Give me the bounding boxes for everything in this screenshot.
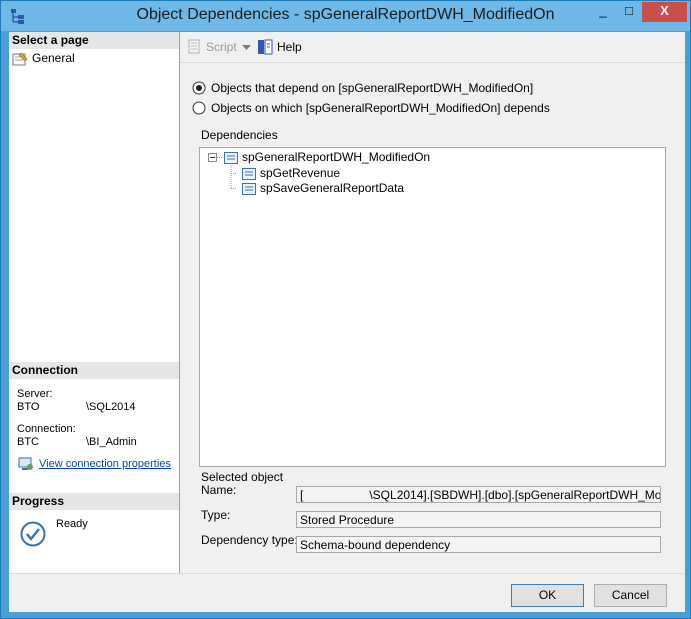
name-label: Name: (201, 483, 237, 497)
type-field[interactable]: Stored Procedure (296, 511, 661, 528)
selected-object-label: Selected object (201, 470, 284, 484)
name-field[interactable]: [ \SQL2014].[SBDWH].[dbo].[spGeneralRepor… (296, 486, 661, 503)
script-dropdown-arrow-icon[interactable] (242, 45, 251, 51)
dialog-window: Object Dependencies - spGeneralReportDWH… (0, 0, 691, 619)
connection-header: Connection (9, 362, 179, 379)
tree-node-root-label: spGeneralReportDWH_ModifiedOn (242, 150, 431, 164)
script-icon (188, 39, 200, 54)
minimize-button[interactable]: _ (590, 2, 616, 22)
server-label: Server: (17, 388, 53, 400)
tree-node-child[interactable]: spSaveGeneralReportData (242, 181, 404, 195)
maximize-button[interactable]: □ (616, 2, 642, 22)
tree-node-child-label: spSaveGeneralReportData (260, 181, 405, 195)
collapse-icon[interactable] (208, 153, 217, 162)
select-page-header: Select a page (9, 32, 179, 49)
view-connection-properties-link[interactable]: View connection properties (39, 458, 171, 470)
dialog-client: Select a page General Connection Server:… (9, 32, 685, 612)
right-pane: Script Help Objects that depend on [spGe… (180, 32, 685, 573)
tree-node-child-label: spGetRevenue (260, 166, 341, 180)
tree-node-child[interactable]: spGetRevenue (242, 166, 340, 180)
connection-value-user: \BI_Admin (86, 436, 137, 448)
page-item-general[interactable]: General (12, 50, 75, 66)
type-label: Type: (201, 508, 231, 522)
ready-check-icon (20, 521, 46, 547)
stored-procedure-icon (242, 167, 256, 180)
page-item-label: General (32, 51, 75, 65)
dependency-type-label: Dependency type: (201, 533, 298, 547)
wrench-page-icon (12, 52, 28, 66)
server-value-host: BTO (17, 401, 40, 413)
cancel-button[interactable]: Cancel (594, 584, 667, 607)
title-bar[interactable]: Object Dependencies - spGeneralReportDWH… (1, 1, 690, 31)
left-pane: Select a page General Connection Server:… (9, 32, 180, 573)
name-field-value: \SQL2014].[SBDWH].[dbo].[spGeneralReport… (369, 488, 661, 502)
radio-depend-on-label[interactable]: Objects that depend on [spGeneralReportD… (211, 81, 533, 95)
progress-header: Progress (9, 493, 179, 510)
connection-label: Connection: (17, 423, 76, 435)
dependencies-group-label: Dependencies (201, 128, 278, 142)
tree-node-root[interactable]: spGeneralReportDWH_ModifiedOn (224, 150, 430, 164)
help-button[interactable]: Help (277, 40, 302, 54)
name-field-prefix: [ (300, 488, 304, 502)
stored-procedure-icon (224, 151, 238, 164)
ok-button[interactable]: OK (511, 584, 584, 607)
close-button[interactable]: X (642, 2, 687, 22)
radio-depends-label[interactable]: Objects on which [spGeneralReportDWH_Mod… (211, 101, 550, 115)
connection-properties-icon (18, 457, 33, 470)
radio-depends[interactable] (192, 101, 206, 115)
dialog-footer: OK Cancel (9, 573, 685, 612)
radio-depend-on[interactable] (192, 81, 206, 95)
dependency-type-field[interactable]: Schema-bound dependency (296, 536, 661, 553)
progress-status: Ready (56, 518, 88, 530)
dependencies-tree[interactable]: spGeneralReportDWH_ModifiedOn spGetReven… (199, 147, 666, 467)
connection-value-domain: BTC (17, 436, 39, 448)
window-title: Object Dependencies - spGeneralReportDWH… (136, 6, 555, 23)
server-value-instance: \SQL2014 (86, 401, 136, 413)
help-icon (258, 39, 273, 55)
stored-procedure-icon (242, 182, 256, 195)
toolbar: Script Help (180, 32, 685, 63)
script-button[interactable]: Script (206, 40, 237, 54)
